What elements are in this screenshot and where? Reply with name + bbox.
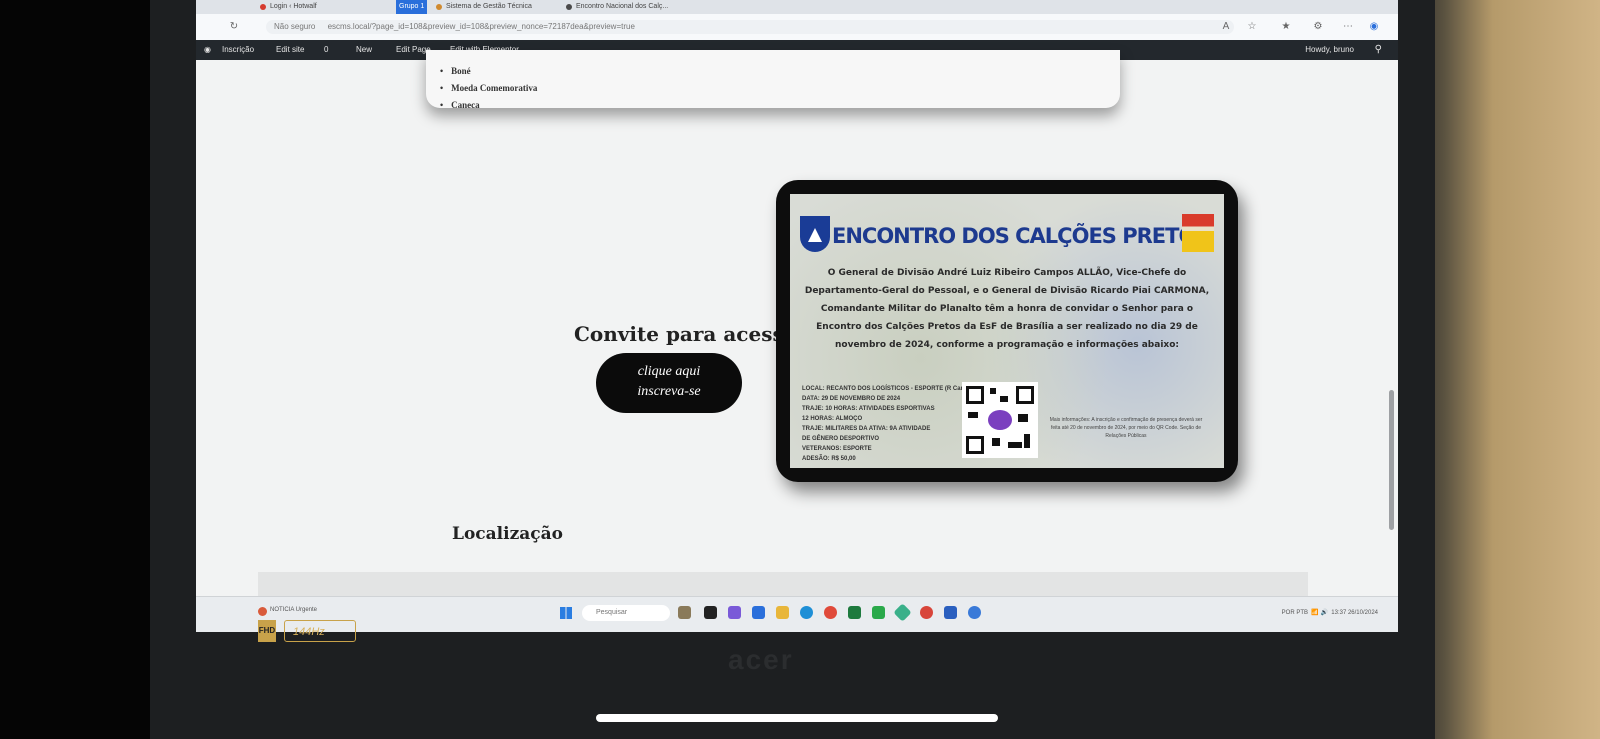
browser-tab[interactable]: Login ‹ Hotwalf (256, 0, 395, 14)
taskbar-app-icon[interactable] (752, 606, 765, 619)
windows-start-icon[interactable] (560, 607, 572, 619)
taskbar-app-icon[interactable] (678, 606, 691, 619)
windows-taskbar: NOTICIA Urgente Pesquisar POR PTB 📶 🔊 13… (196, 596, 1398, 632)
list-item: Caneca (440, 100, 537, 110)
read-aloud-icon[interactable]: A (1220, 21, 1232, 33)
tray-date: 26/10/2024 (1347, 610, 1378, 616)
url-text: escms.local/?page_id=108&preview_id=108&… (327, 22, 635, 31)
phone-home-indicator (596, 714, 998, 722)
invite-card-title: ENCONTRO DOS CALÇÕES PRETOS (832, 224, 1210, 248)
wp-howdy-user[interactable]: Howdy, bruno (1305, 45, 1354, 54)
news-widget-icon[interactable] (258, 607, 267, 616)
taskbar-app-icon[interactable] (893, 603, 912, 622)
tab-favicon-icon (260, 4, 266, 10)
extensions-icon[interactable]: ⚙ (1312, 21, 1324, 33)
register-button[interactable]: clique aqui inscreva-se (596, 353, 742, 413)
invite-card-details: LOCAL: RECANTO DOS LOGÍSTICOS - ESPORTE … (802, 384, 972, 464)
detail-line: VETERANOS: ESPORTE (802, 446, 872, 452)
tray-language: POR PTB (1281, 610, 1308, 616)
tab-label: Login ‹ Hotwalf (270, 3, 317, 10)
wp-edit-site[interactable]: Edit site (276, 45, 304, 54)
browser-tab-bar: Login ‹ Hotwalf Grupo 1 Sistema de Gestã… (196, 0, 1398, 14)
detail-line: 12 HORAS: ALMOÇO (802, 416, 863, 422)
map-embed[interactable] (258, 572, 1308, 596)
list-item: Moeda Comemorativa (440, 83, 537, 93)
wordpress-logo-icon[interactable]: ◉ (204, 45, 211, 54)
tab-favicon-icon (436, 4, 442, 10)
register-button-line2: inscreva-se (637, 384, 701, 399)
invite-heading: Convite para acesso (574, 322, 798, 346)
tray-time: 13:37 (1331, 610, 1347, 616)
tab-label: Encontro Nacional dos Calç... (576, 3, 669, 10)
copilot-icon[interactable]: ◉ (1368, 21, 1380, 33)
browser-tab[interactable]: Encontro Nacional dos Calç... (562, 0, 696, 14)
list-item: Boné (440, 66, 537, 76)
location-heading: Localização (452, 524, 563, 544)
register-button-line1: clique aqui (637, 364, 701, 379)
taskbar-app-icon[interactable] (728, 606, 741, 619)
invite-card-side-note: Mais informações: A inscrição e confirma… (1049, 417, 1203, 439)
fhd-sticker: FHD (258, 620, 276, 642)
refresh-rate-sticker: 144Hz (284, 620, 356, 642)
wp-comments-count[interactable]: 0 (324, 45, 328, 54)
word-icon[interactable] (944, 606, 957, 619)
browser-tab[interactable]: Sistema de Gestão Técnica (432, 0, 566, 14)
merch-list: Boné Moeda Comemorativa Caneca (440, 66, 537, 117)
system-tray[interactable]: POR PTB 📶 🔊 13:37 26/10/2024 (1282, 609, 1378, 616)
page-scrollbar[interactable] (1389, 390, 1394, 530)
invite-image-frame: ENCONTRO DOS CALÇÕES PRETOS O General de… (776, 180, 1238, 482)
detail-line: LOCAL: RECANTO DOS LOGÍSTICOS - ESPORTE … (802, 386, 965, 392)
taskbar-search[interactable]: Pesquisar (582, 605, 670, 621)
laptop-brand-logo: acer (728, 644, 794, 675)
detail-line: DE GÊNERO DESPORTIVO (802, 436, 880, 442)
search-icon[interactable]: ⚲ (1375, 44, 1382, 55)
taskbar-app-icon[interactable] (920, 606, 933, 619)
detail-line: ADESÃO: R$ 50,00 (802, 456, 856, 462)
chrome-browser-icon[interactable] (824, 606, 837, 619)
detail-line: DATA: 29 DE NOVEMBRO DE 2024 (802, 396, 901, 402)
laptop-screen: Login ‹ Hotwalf Grupo 1 Sistema de Gestã… (196, 0, 1398, 632)
detail-line: TRAJE: MILITARES DA ATIVA: 9A ATIVIDADE (802, 426, 931, 432)
not-secure-label: Não seguro (274, 22, 316, 31)
url-field[interactable]: Não seguro escms.local/?page_id=108&prev… (266, 20, 1234, 34)
wp-site-link[interactable]: Inscrição (222, 45, 254, 54)
tab-label: Sistema de Gestão Técnica (446, 3, 532, 10)
wp-new[interactable]: New (356, 45, 372, 54)
invite-card-body: O General de Divisão André Luiz Ribeiro … (804, 268, 1210, 350)
detail-line: TRAJE: 10 HORAS: ATIVIDADES ESPORTIVAS (802, 406, 935, 412)
qr-code-icon (962, 382, 1038, 458)
background-left (0, 0, 150, 739)
merch-list-card: Boné Moeda Comemorativa Caneca (426, 50, 1120, 110)
flag-emblem-icon (1182, 214, 1214, 252)
invite-image: ENCONTRO DOS CALÇÕES PRETOS O General de… (790, 194, 1224, 468)
taskbar-app-icon[interactable] (968, 606, 981, 619)
edge-browser-icon[interactable] (800, 606, 813, 619)
file-explorer-icon[interactable] (776, 606, 789, 619)
chat-app-icon[interactable] (872, 606, 885, 619)
tab-favicon-icon (566, 4, 572, 10)
tab-label: Grupo 1 (399, 3, 425, 10)
excel-icon[interactable] (848, 606, 861, 619)
browser-address-bar: ↻ Não seguro escms.local/?page_id=108&pr… (196, 14, 1398, 40)
task-view-icon[interactable] (704, 606, 717, 619)
reload-icon[interactable]: ↻ (228, 21, 240, 33)
more-menu-icon[interactable]: ⋯ (1342, 21, 1354, 33)
taskbar-search-placeholder: Pesquisar (596, 609, 628, 616)
browser-tab-group[interactable]: Grupo 1 (396, 0, 427, 14)
news-widget-label[interactable]: NOTICIA Urgente (270, 607, 317, 613)
page-content: Boné Moeda Comemorativa Caneca Convite p… (196, 50, 1398, 596)
favorite-star-icon[interactable]: ☆ (1246, 21, 1258, 33)
army-shield-icon (800, 216, 830, 252)
favorites-icon[interactable]: ★ (1280, 21, 1292, 33)
